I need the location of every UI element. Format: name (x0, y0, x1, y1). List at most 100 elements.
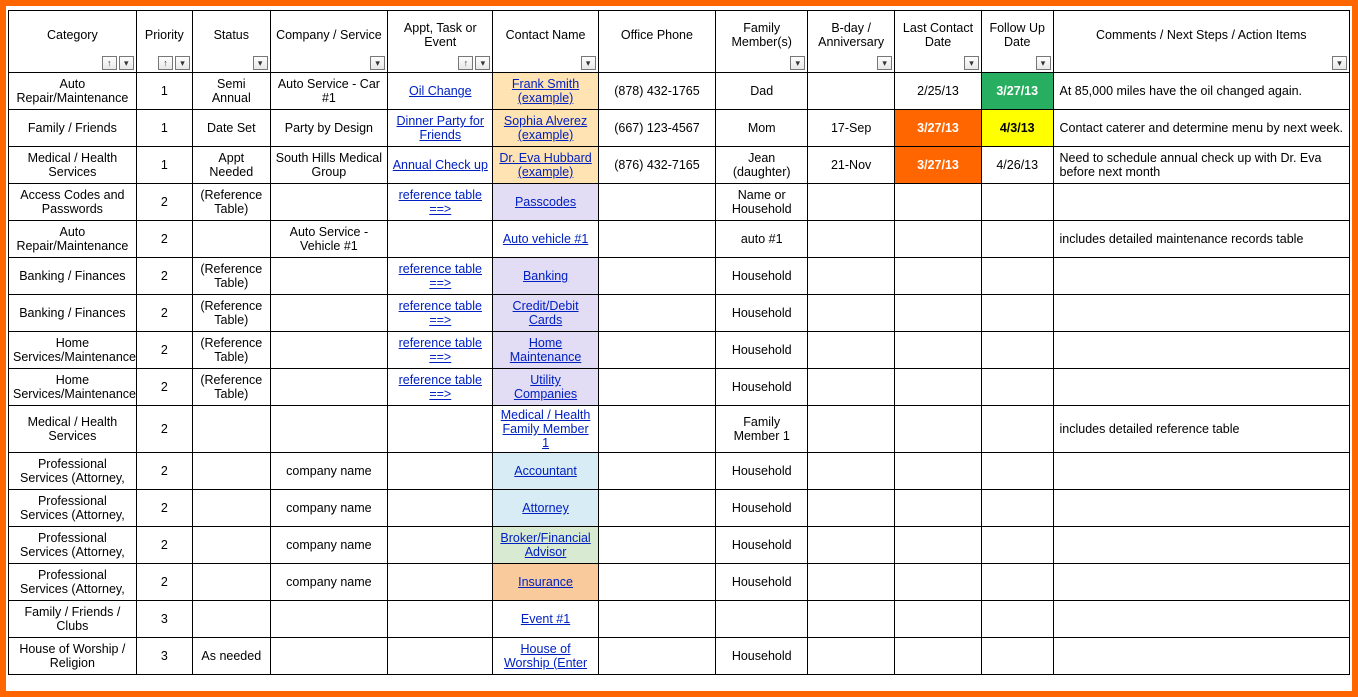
cell-contact-link[interactable]: Insurance (518, 575, 573, 589)
cell-comments (1053, 638, 1350, 675)
cell-bday (808, 295, 895, 332)
column-header-label: Company / Service (275, 28, 384, 42)
cell-phone: (876) 432-7165 (598, 147, 716, 184)
cell-contact-link[interactable]: Attorney (522, 501, 569, 515)
cell-contact-link[interactable]: Event #1 (521, 612, 570, 626)
cell-company (270, 406, 388, 453)
cell-priority: 1 (136, 147, 192, 184)
filter-dropdown-icon[interactable]: ▾ (175, 56, 190, 70)
cell-company: company name (270, 564, 388, 601)
cell-company: Auto Service - Car #1 (270, 73, 388, 110)
cell-phone (598, 295, 716, 332)
cell-phone: (878) 432-1765 (598, 73, 716, 110)
cell-last (895, 638, 982, 675)
sort-asc-icon[interactable]: ↑ (458, 56, 473, 70)
cell-contact: Credit/Debit Cards (493, 295, 598, 332)
cell-priority: 1 (136, 110, 192, 147)
cell-last (895, 184, 982, 221)
cell-status (192, 453, 270, 490)
column-header: Family Member(s)▾ (716, 11, 808, 73)
column-header: Status▾ (192, 11, 270, 73)
cell-priority: 1 (136, 73, 192, 110)
table-row: Medical / Health Services1Appt NeededSou… (9, 147, 1350, 184)
cell-contact-link[interactable]: Medical / Health Family Member 1 (501, 408, 591, 450)
cell-comments (1053, 184, 1350, 221)
cell-contact-link[interactable]: Frank Smith (example) (512, 77, 579, 105)
cell-contact-link[interactable]: Dr. Eva Hubbard (example) (499, 151, 591, 179)
table-row: Family / Friends1Date SetParty by Design… (9, 110, 1350, 147)
cell-status: Appt Needed (192, 147, 270, 184)
filter-dropdown-icon[interactable]: ▾ (119, 56, 134, 70)
cell-appt (388, 406, 493, 453)
filter-dropdown-icon[interactable]: ▾ (790, 56, 805, 70)
column-header-label: Priority (141, 28, 188, 42)
filter-dropdown-icon[interactable]: ▾ (1036, 56, 1051, 70)
cell-comments (1053, 258, 1350, 295)
cell-bday (808, 73, 895, 110)
filter-dropdown-icon[interactable]: ▾ (1332, 56, 1347, 70)
filter-dropdown-icon[interactable]: ▾ (370, 56, 385, 70)
cell-last (895, 453, 982, 490)
spreadsheet-frame: Category↑▾Priority↑▾Status▾Company / Ser… (0, 0, 1358, 697)
cell-contact-link[interactable]: Home Maintenance (510, 336, 582, 364)
filter-dropdown-icon[interactable]: ▾ (475, 56, 490, 70)
cell-phone (598, 184, 716, 221)
cell-contact-link[interactable]: Utility Companies (514, 373, 577, 401)
cell-last (895, 406, 982, 453)
cell-appt-link[interactable]: reference table ==> (399, 262, 482, 290)
cell-comments: includes detailed maintenance records ta… (1053, 221, 1350, 258)
filter-dropdown-icon[interactable]: ▾ (253, 56, 268, 70)
cell-contact-link[interactable]: Credit/Debit Cards (513, 299, 579, 327)
column-header-label: Category (13, 28, 132, 42)
column-header: Contact Name▾ (493, 11, 598, 73)
cell-appt (388, 490, 493, 527)
cell-bday (808, 258, 895, 295)
cell-last (895, 564, 982, 601)
cell-bday (808, 184, 895, 221)
filter-dropdown-icon[interactable]: ▾ (964, 56, 979, 70)
cell-family: Jean (daughter) (716, 147, 808, 184)
cell-appt-link[interactable]: Oil Change (409, 84, 472, 98)
cell-comments (1053, 295, 1350, 332)
cell-comments: At 85,000 miles have the oil changed aga… (1053, 73, 1350, 110)
sort-asc-icon[interactable]: ↑ (158, 56, 173, 70)
cell-company (270, 258, 388, 295)
cell-priority: 2 (136, 490, 192, 527)
cell-category: Banking / Finances (9, 258, 137, 295)
cell-follow (981, 564, 1053, 601)
cell-priority: 2 (136, 258, 192, 295)
cell-bday (808, 369, 895, 406)
cell-appt-link[interactable]: reference table ==> (399, 299, 482, 327)
cell-appt-link[interactable]: reference table ==> (399, 188, 482, 216)
cell-contact-link[interactable]: House of Worship (Enter (504, 642, 587, 670)
cell-contact-link[interactable]: Sophia Alverez (example) (504, 114, 587, 142)
cell-family: auto #1 (716, 221, 808, 258)
cell-priority: 2 (136, 295, 192, 332)
cell-status (192, 601, 270, 638)
cell-family: Mom (716, 110, 808, 147)
cell-contact-link[interactable]: Broker/Financial Advisor (500, 531, 590, 559)
cell-contact-link[interactable]: Banking (523, 269, 568, 283)
cell-appt-link[interactable]: Dinner Party for Friends (397, 114, 485, 142)
cell-bday (808, 406, 895, 453)
cell-appt-link[interactable]: reference table ==> (399, 373, 482, 401)
filter-dropdown-icon[interactable]: ▾ (581, 56, 596, 70)
cell-category: Professional Services (Attorney, (9, 453, 137, 490)
cell-contact-link[interactable]: Auto vehicle #1 (503, 232, 588, 246)
sort-asc-icon[interactable]: ↑ (102, 56, 117, 70)
column-header-label: B-day / Anniversary (812, 21, 890, 49)
cell-appt-link[interactable]: Annual Check up (393, 158, 488, 172)
cell-appt-link[interactable]: reference table ==> (399, 336, 482, 364)
cell-category: Access Codes and Passwords (9, 184, 137, 221)
table-row: Professional Services (Attorney,2company… (9, 527, 1350, 564)
cell-contact-link[interactable]: Accountant (514, 464, 577, 478)
table-row: Banking / Finances2(Reference Table)refe… (9, 258, 1350, 295)
cell-comments: includes detailed reference table (1053, 406, 1350, 453)
filter-dropdown-icon[interactable]: ▾ (877, 56, 892, 70)
cell-appt: reference table ==> (388, 332, 493, 369)
cell-family: Household (716, 369, 808, 406)
cell-contact-link[interactable]: Passcodes (515, 195, 576, 209)
cell-appt: Dinner Party for Friends (388, 110, 493, 147)
cell-family: Dad (716, 73, 808, 110)
cell-contact: Insurance (493, 564, 598, 601)
